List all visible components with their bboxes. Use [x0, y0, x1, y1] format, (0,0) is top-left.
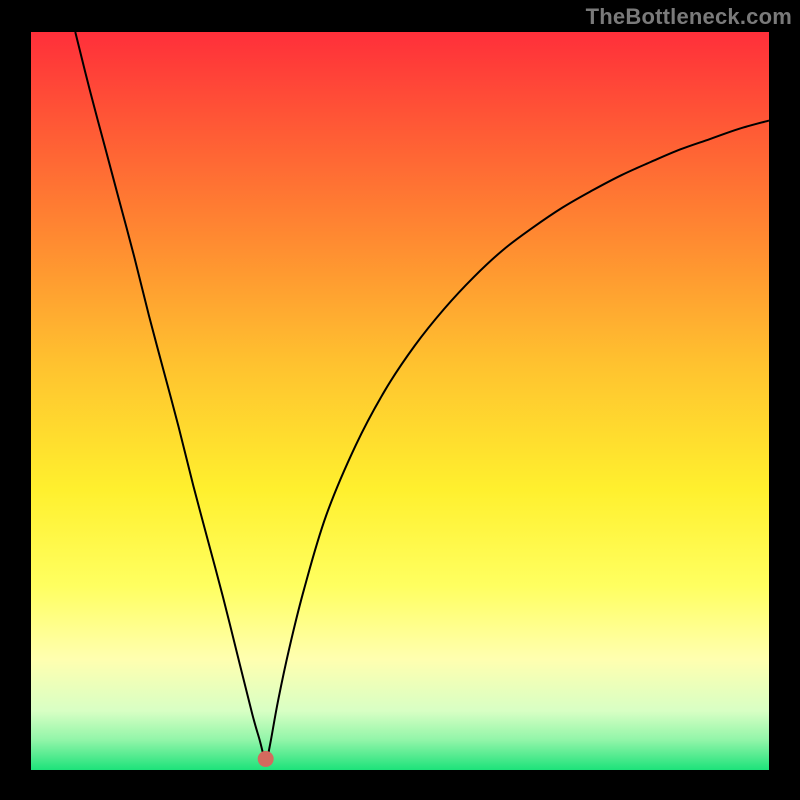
minimum-marker: [258, 751, 274, 767]
plot-background: [31, 32, 769, 770]
bottleneck-chart: [0, 0, 800, 800]
chart-container: TheBottleneck.com: [0, 0, 800, 800]
watermark-text: TheBottleneck.com: [586, 4, 792, 30]
